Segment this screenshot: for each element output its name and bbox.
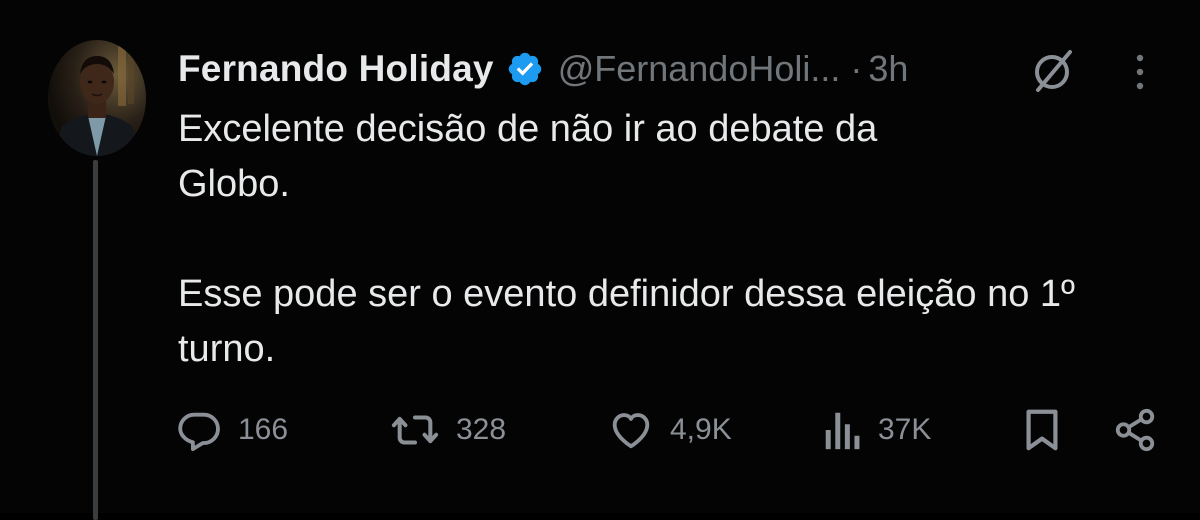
avatar[interactable] — [48, 40, 146, 156]
tweet-text-line: turno. — [178, 328, 276, 370]
retweet-button[interactable]: 328 — [390, 402, 506, 458]
reply-button[interactable]: 166 — [176, 402, 288, 458]
reply-icon — [178, 412, 220, 452]
share-button[interactable] — [1112, 402, 1158, 458]
retweet-count: 328 — [456, 413, 507, 446]
reply-count: 166 — [238, 413, 289, 446]
views-chart-icon — [825, 412, 860, 450]
avatar-image — [48, 40, 146, 156]
author-name[interactable]: Fernando Holiday — [178, 48, 494, 90]
tweet-text: Excelente decisão de não ir ao debate da… — [178, 102, 1138, 377]
bookmark-icon — [1026, 409, 1058, 451]
tweet-actions-bar: 166 328 4,9K 37K — [176, 402, 1166, 458]
author-handle[interactable]: @FernandoHoli... — [558, 48, 841, 90]
tweet-header: Fernando Holiday @FernandoHoli... · 3h — [178, 44, 908, 94]
grok-icon[interactable] — [1030, 46, 1078, 94]
heart-icon — [612, 413, 650, 449]
verified-badge-icon — [506, 50, 544, 88]
tweet-text-line: Excelente decisão de não ir ao debate da — [178, 108, 878, 150]
tweet-text-line: Globo. — [178, 163, 290, 205]
like-button[interactable]: 4,9K — [608, 402, 732, 458]
like-count: 4,9K — [670, 413, 732, 446]
separator-dot: · — [850, 48, 863, 89]
tweet-timestamp[interactable]: 3h — [868, 48, 908, 90]
more-options-icon[interactable] — [1128, 50, 1152, 94]
thread-line — [93, 160, 98, 520]
bookmark-button[interactable] — [1022, 402, 1062, 458]
views-count: 37K — [878, 413, 932, 446]
tweet-card[interactable]: Fernando Holiday @FernandoHoli... · 3h E… — [0, 0, 1200, 520]
tweet-text-line: Esse pode ser o evento definidor dessa e… — [178, 273, 1075, 315]
views-button[interactable]: 37K — [822, 402, 931, 458]
retweet-icon — [391, 415, 439, 445]
share-icon — [1115, 408, 1155, 452]
